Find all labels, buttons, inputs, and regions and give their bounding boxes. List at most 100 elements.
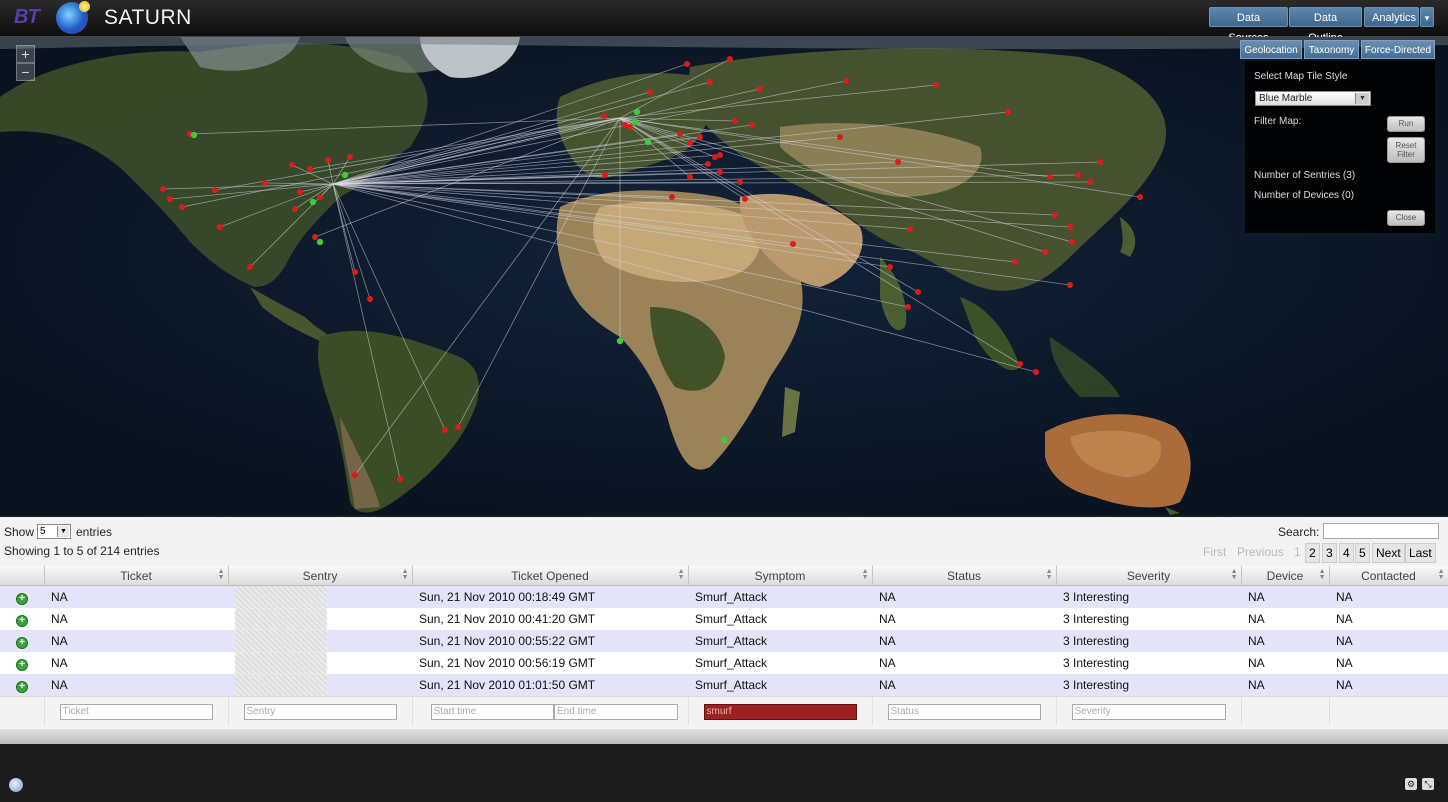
attack-marker [1012, 259, 1018, 265]
sort-icon: ▲ ▼ [217, 568, 225, 581]
tickets-table: Ticket ▲ ▼ Sentry ▲ ▼ Ticket Opened ▲ ▼ Sympto… [0, 566, 1448, 725]
severity-filter-input[interactable]: Severity [1071, 703, 1226, 720]
pagination-page-3[interactable]: 3 [1322, 543, 1337, 563]
column-header-sentry[interactable]: Sentry ▲ ▼ [228, 566, 413, 586]
attack-marker [749, 122, 755, 128]
pagination-first[interactable]: First [1200, 543, 1229, 561]
cell-sentry [228, 674, 412, 697]
cell-ctrl[interactable]: + [0, 630, 44, 652]
pagination-next[interactable]: Next [1372, 543, 1405, 563]
search-label: Search: [1278, 525, 1320, 539]
attack-marker [602, 172, 608, 178]
cell-sentry [228, 585, 412, 608]
cell-ctrl[interactable]: + [0, 674, 44, 697]
column-header-ticket-opened[interactable]: Ticket Opened ▲ ▼ [412, 566, 689, 586]
sentry-marker [631, 118, 639, 126]
pagination-page-4[interactable]: 4 [1339, 543, 1354, 563]
start-time-filter-input[interactable]: Start time [430, 703, 554, 720]
cell-symptom: Smurf_Attack [688, 652, 872, 674]
expand-row-icon[interactable]: + [16, 592, 28, 605]
cell-device: NA [1241, 608, 1329, 630]
expand-row-icon[interactable]: + [16, 658, 28, 671]
pagination-last[interactable]: Last [1405, 543, 1436, 563]
tab-taxonomy[interactable]: Taxonomy [1304, 40, 1359, 59]
cell-ticket: NA [44, 652, 228, 674]
cell-ctrl[interactable]: + [0, 585, 44, 608]
pagination-page-2[interactable]: 2 [1305, 543, 1320, 563]
attack-marker [1017, 361, 1023, 367]
attack-marker [742, 196, 748, 202]
search-input[interactable] [1323, 523, 1439, 539]
cell-symptom: Smurf_Attack [688, 630, 872, 652]
cell-ctrl[interactable]: + [0, 652, 44, 674]
cell-opened: Sun, 21 Nov 2010 00:56:19 GMT [412, 652, 688, 674]
sentry-marker [720, 436, 728, 444]
end-time-filter-input[interactable]: End time [554, 703, 678, 720]
pagination-page-1[interactable]: 1 [1291, 543, 1304, 561]
reset-filter-button[interactable]: Reset Filter [1387, 137, 1425, 163]
tab-force-directed[interactable]: Force-Directed [1361, 40, 1435, 59]
column-header-device[interactable]: Device ▲ ▼ [1241, 566, 1330, 586]
attack-marker [1052, 212, 1058, 218]
sentry-filter-input[interactable]: Sentry [243, 703, 397, 720]
attack-marker [352, 269, 358, 275]
cell-symptom: Smurf_Attack [688, 608, 872, 630]
close-panel-button[interactable]: Close [1387, 210, 1425, 226]
cell-ticket: NA [44, 674, 228, 697]
sort-icon: ▲ ▼ [1230, 568, 1238, 581]
expand-row-icon[interactable]: + [16, 680, 28, 693]
nav-data-outline-button[interactable]: Data Outline [1289, 7, 1362, 44]
column-header-symptom[interactable]: Symptom ▲ ▼ [688, 566, 873, 586]
attack-marker [732, 118, 738, 124]
table-info: Showing 1 to 5 of 214 entries [4, 544, 160, 558]
zoom-out-button[interactable]: − [16, 63, 35, 81]
column-header-severity[interactable]: Severity ▲ ▼ [1056, 566, 1242, 586]
attack-marker [843, 78, 849, 84]
table-row[interactable]: + NA Sun, 21 Nov 2010 00:56:19 GMT Smurf_At… [0, 652, 1448, 674]
column-header-ticket[interactable]: Ticket ▲ ▼ [44, 566, 229, 586]
tab-geolocation[interactable]: Geolocation [1240, 40, 1302, 59]
status-filter-input[interactable]: Status [887, 703, 1041, 720]
redacted-sentry-ip [235, 630, 327, 652]
attack-marker [1087, 179, 1093, 185]
ticket-filter-input[interactable]: Ticket [59, 703, 213, 720]
tickets-table-panel: Show 5 ▼ entries Showing 1 to 5 of 214 e… [0, 517, 1448, 743]
attack-marker [907, 226, 913, 232]
symptom-filter-input[interactable]: smurf [703, 703, 857, 720]
pagination-previous[interactable]: Previous [1234, 543, 1287, 561]
expand-row-icon[interactable]: + [16, 636, 28, 649]
table-row[interactable]: + NA Sun, 21 Nov 2010 00:55:22 GMT Smurf_At… [0, 630, 1448, 652]
pagination-page-5[interactable]: 5 [1355, 543, 1370, 563]
tile-style-label: Select Map Tile Style [1254, 71, 1348, 82]
expand-row-icon[interactable]: + [16, 614, 28, 627]
column-header-contacted[interactable]: Contacted ▲ ▼ [1329, 566, 1448, 586]
expand-icon[interactable]: ⤡ [1422, 778, 1434, 790]
table-row[interactable]: + NA Sun, 21 Nov 2010 01:01:50 GMT Smurf_At… [0, 674, 1448, 697]
attack-marker [262, 180, 268, 186]
zoom-in-button[interactable]: + [16, 45, 35, 63]
nav-analytics-button[interactable]: Analytics [1364, 7, 1419, 27]
globe-status-icon[interactable] [9, 778, 23, 792]
cell-device: NA [1241, 585, 1329, 608]
page-length-select[interactable]: 5 ▼ [37, 524, 71, 539]
attack-marker [1097, 159, 1103, 165]
nav-data-sources-button[interactable]: Data Sources [1209, 7, 1288, 44]
attack-marker [247, 264, 253, 270]
redacted-sentry-ip [235, 608, 327, 630]
cell-device: NA [1241, 630, 1329, 652]
attack-marker [312, 234, 318, 240]
column-header-status[interactable]: Status ▲ ▼ [872, 566, 1057, 586]
attack-marker [697, 134, 703, 140]
settings-icon[interactable]: ⚙ [1405, 778, 1417, 790]
table-row[interactable]: + NA Sun, 21 Nov 2010 00:41:20 GMT Smurf_At… [0, 608, 1448, 630]
attack-marker [601, 113, 607, 119]
attack-marker [397, 476, 403, 482]
nav-more-button[interactable]: ▾ [1420, 7, 1434, 27]
geolocation-map[interactable]: + − Geolocation Taxonomy Force-Directed … [0, 37, 1448, 515]
cell-severity: 3 Interesting [1056, 608, 1241, 630]
run-button[interactable]: Run [1387, 116, 1425, 132]
cell-ctrl[interactable]: + [0, 608, 44, 630]
cell-symptom: Smurf_Attack [688, 674, 872, 697]
tile-style-select[interactable]: Blue Marble ▼ [1255, 91, 1371, 106]
table-row[interactable]: + NA Sun, 21 Nov 2010 00:18:49 GMT Smurf_At… [0, 585, 1448, 608]
